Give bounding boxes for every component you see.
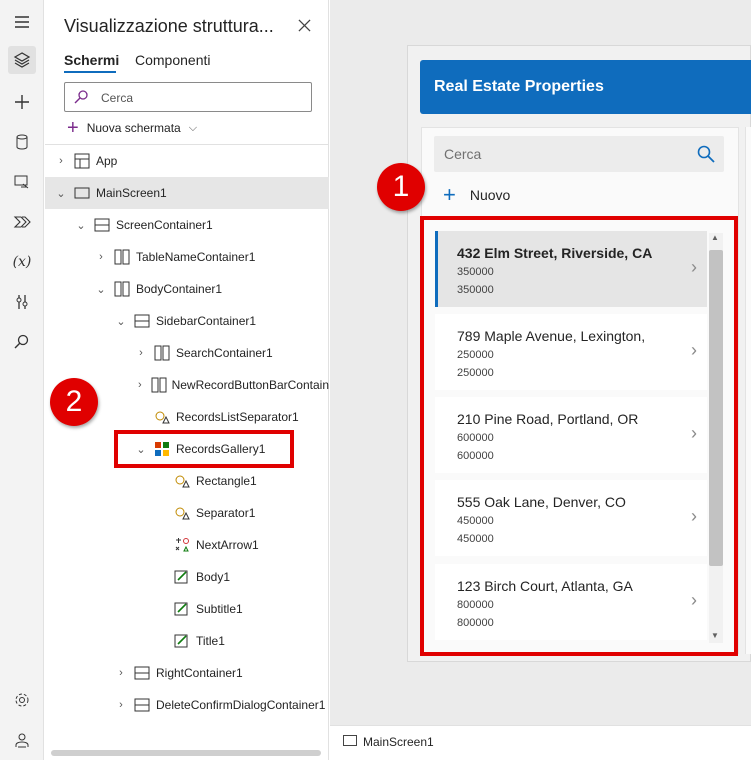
tree-item-label: App — [96, 154, 118, 168]
vertical-container-icon — [133, 313, 151, 329]
tree-item-tablenamecontainer1[interactable]: › TableNameContainer1 — [45, 241, 329, 273]
tree-item-label: SearchContainer1 — [176, 346, 273, 360]
app-title: Real Estate Properties — [434, 78, 604, 95]
close-icon[interactable] — [293, 14, 315, 36]
new-screen-button[interactable]: + Nuova schermata ⌵ — [67, 117, 198, 139]
settings-icon[interactable] — [8, 686, 36, 714]
tree-item-sidebarcontainer1[interactable]: ⌄ SidebarContainer1 — [45, 305, 329, 337]
chevron-down-icon: ⌄ — [76, 219, 86, 232]
new-screen-label: Nuova schermata — [86, 121, 181, 135]
tab-underline — [64, 71, 116, 73]
tree-highlight-box — [114, 430, 294, 468]
tree-item-label: NextArrow1 — [196, 538, 259, 552]
chevron-down-icon: ⌄ — [116, 315, 126, 328]
tree-item-label: RecordsListSeparator1 — [176, 410, 299, 424]
tree-item-nextarrow1[interactable]: NextArrow1 — [45, 529, 329, 561]
vertical-container-icon — [133, 697, 151, 713]
app-search-input[interactable]: Cerca — [434, 136, 724, 172]
tree-item-label: Subtitle1 — [196, 602, 243, 616]
app-icon — [73, 153, 91, 169]
tree-item-label: MainScreen1 — [96, 186, 167, 200]
media-icon[interactable] — [8, 168, 36, 196]
chevron-right-icon: › — [119, 699, 123, 711]
tree-item-app[interactable]: › App — [45, 145, 329, 177]
gallery-highlight-box — [420, 216, 738, 656]
tree-item-label: Rectangle1 — [196, 474, 257, 488]
horizontal-container-icon — [113, 281, 131, 297]
chevron-right-icon: › — [119, 667, 123, 679]
tree-item-searchcontainer1[interactable]: › SearchContainer1 — [45, 337, 329, 369]
callout-badge-1: 1 — [377, 163, 425, 211]
tree-item-label: Separator1 — [196, 506, 256, 520]
search-icon — [74, 90, 88, 104]
tree-item-label: NewRecordButtonBarContain — [171, 378, 329, 392]
tree-item-label: ScreenContainer1 — [116, 218, 213, 232]
screen-icon — [73, 185, 91, 201]
tree-item-label: TableNameContainer1 — [136, 250, 256, 264]
tree-search-input[interactable]: Cerca — [64, 82, 312, 112]
tree-item-label: DeleteConfirmDialogContainer1 — [156, 698, 326, 712]
plus-icon: + — [443, 182, 456, 207]
tree-item-body1[interactable]: Body1 — [45, 561, 329, 593]
tree-item-rectangle1[interactable]: Rectangle1 — [45, 465, 329, 497]
app-search-placeholder: Cerca — [444, 146, 482, 162]
callout-badge-2: 2 — [50, 378, 98, 426]
tree-view-panel: Visualizzazione struttura... Schermi Com… — [45, 0, 329, 760]
tree-item-label: BodyContainer1 — [136, 282, 223, 296]
left-rail: (x) — [0, 0, 44, 760]
tree-item-screencontainer1[interactable]: ⌄ ScreenContainer1 — [45, 209, 329, 241]
tree-item-rightcontainer1[interactable]: › RightContainer1 — [45, 657, 329, 689]
tree-item-label: Body1 — [196, 570, 231, 584]
chevron-right-icon: › — [59, 155, 63, 167]
label-icon — [173, 601, 191, 617]
tree-item-label: SidebarContainer1 — [156, 314, 257, 328]
panel-title: Visualizzazione struttura... — [64, 16, 274, 36]
shape-icon — [173, 505, 191, 521]
tools-icon[interactable] — [8, 288, 36, 316]
label-icon — [173, 633, 191, 649]
right-container — [745, 127, 751, 654]
chevron-right-icon: › — [99, 251, 103, 263]
menu-icon[interactable] — [8, 8, 36, 36]
icons-icon — [173, 537, 191, 553]
variables-icon[interactable]: (x) — [8, 248, 36, 276]
tab-schermi[interactable]: Schermi — [64, 52, 119, 68]
layers-icon[interactable] — [8, 46, 36, 74]
shape-icon — [173, 473, 191, 489]
tree-item-title1[interactable]: Title1 — [45, 625, 329, 657]
tree-item-mainscreen1[interactable]: ⌄ MainScreen1 — [45, 177, 329, 209]
new-record-label: Nuovo — [469, 187, 511, 203]
add-icon[interactable] — [8, 88, 36, 116]
vertical-container-icon — [93, 217, 111, 233]
horizontal-container-icon — [113, 249, 131, 265]
chevron-right-icon: › — [139, 347, 143, 359]
horizontal-container-icon — [151, 377, 167, 393]
tree-item-deleteconfirmdialogcontainer1[interactable]: › DeleteConfirmDialogContainer1 — [45, 689, 329, 721]
tree-item-subtitle1[interactable]: Subtitle1 — [45, 593, 329, 625]
label-icon — [173, 569, 191, 585]
chevron-down-icon: ⌄ — [96, 283, 106, 296]
chevron-down-icon: ⌄ — [56, 187, 66, 200]
chevron-down-icon: ⌵ — [188, 121, 198, 134]
vertical-container-icon — [133, 665, 151, 681]
data-icon[interactable] — [8, 128, 36, 156]
current-screen-name[interactable]: MainScreen1 — [363, 735, 434, 749]
tab-componenti[interactable]: Componenti — [135, 52, 211, 68]
search-icon[interactable] — [8, 328, 36, 356]
tree-item-label: Title1 — [196, 634, 225, 648]
tree-item-bodycontainer1[interactable]: ⌄ BodyContainer1 — [45, 273, 329, 305]
account-icon[interactable] — [8, 726, 36, 754]
search-icon — [697, 145, 715, 163]
power-automate-icon[interactable] — [8, 208, 36, 236]
chevron-right-icon: › — [137, 379, 142, 391]
shape-icon — [153, 409, 171, 425]
new-record-button[interactable]: + Nuovo — [443, 182, 511, 207]
tree-search-placeholder: Cerca — [101, 91, 134, 105]
tree-item-label: RightContainer1 — [156, 666, 243, 680]
plus-icon: + — [67, 117, 79, 139]
horizontal-scrollbar[interactable] — [51, 750, 321, 756]
tree-item-separator1[interactable]: Separator1 — [45, 497, 329, 529]
screen-icon — [343, 735, 357, 746]
horizontal-container-icon — [153, 345, 171, 361]
